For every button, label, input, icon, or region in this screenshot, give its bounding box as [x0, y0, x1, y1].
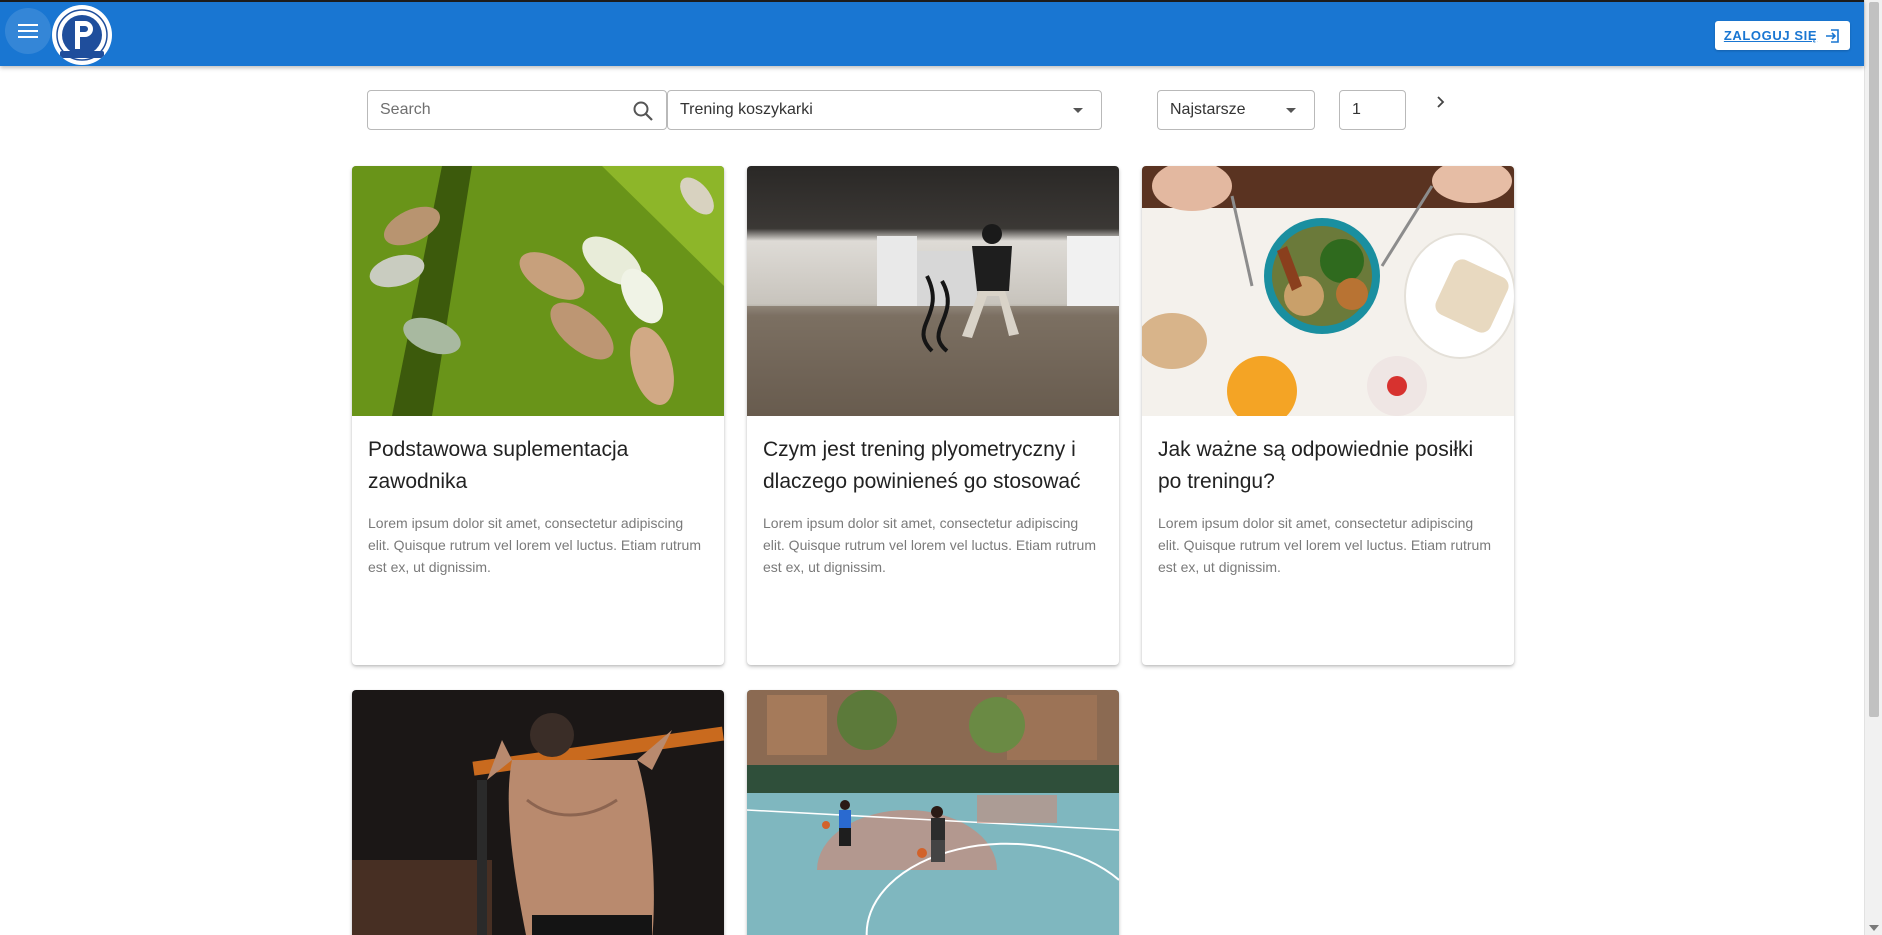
category-select-value: Trening koszykarki	[680, 101, 813, 118]
article-title: Jak ważne są odpowiednie posiłki po tren…	[1158, 438, 1474, 493]
page-number-field[interactable]	[1339, 90, 1406, 130]
vertical-scrollbar[interactable]	[1864, 0, 1882, 935]
article-excerpt: Lorem ipsum dolor sit amet, consectetur …	[1158, 515, 1491, 575]
article-excerpt: Lorem ipsum dolor sit amet, consectetur …	[368, 515, 701, 575]
login-button-label: ZALOGUJ SIĘ	[1723, 28, 1818, 43]
next-page-button[interactable]	[1430, 90, 1452, 114]
dropdown-caret-icon	[1286, 107, 1296, 113]
article-card[interactable]: Jak ważne są odpowiednie posiłki po tren…	[1142, 166, 1514, 665]
search-field[interactable]	[367, 90, 667, 130]
app-root: ZALOGUJ SIĘ Trening koszykarki Najstarsz…	[0, 0, 1882, 935]
menu-button[interactable]	[5, 8, 51, 54]
article-title: Podstawowa suplementacja zawodnika	[368, 438, 629, 493]
article-excerpt: Lorem ipsum dolor sit amet, consectetur …	[763, 515, 1096, 575]
page-number-input[interactable]	[1340, 91, 1405, 129]
scrollbar-thumb[interactable]	[1869, 2, 1879, 717]
search-input[interactable]	[368, 91, 666, 129]
article-card[interactable]	[747, 690, 1119, 935]
top-app-bar: ZALOGUJ SIĘ	[0, 0, 1864, 66]
supplement-pills-image	[352, 166, 724, 416]
article-card[interactable]: Podstawowa suplementacja zawodnika Lorem…	[352, 166, 724, 665]
scroll-down-arrow-icon[interactable]	[1869, 925, 1879, 931]
basketball-court-image	[747, 690, 1119, 935]
article-title: Czym jest trening plyometryczny i dlacze…	[763, 438, 1081, 493]
sort-select-value: Najstarsze	[1170, 101, 1246, 118]
dropdown-caret-icon	[1073, 107, 1083, 113]
battle-ropes-training-image	[747, 166, 1119, 416]
menu-icon	[18, 24, 38, 38]
sort-select[interactable]: Najstarsze	[1157, 90, 1315, 130]
search-icon[interactable]	[632, 100, 654, 122]
club-logo[interactable]	[52, 5, 112, 65]
chevron-right-icon	[1437, 96, 1445, 108]
category-select[interactable]: Trening koszykarki	[667, 90, 1102, 130]
login-button[interactable]: ZALOGUJ SIĘ	[1715, 21, 1850, 50]
login-icon	[1826, 28, 1839, 43]
article-card[interactable]: Czym jest trening plyometryczny i dlacze…	[747, 166, 1119, 665]
club-logo-icon	[53, 6, 111, 64]
pull-up-workout-image	[352, 690, 724, 935]
article-card[interactable]	[352, 690, 724, 935]
healthy-meal-bowl-image	[1142, 166, 1514, 416]
